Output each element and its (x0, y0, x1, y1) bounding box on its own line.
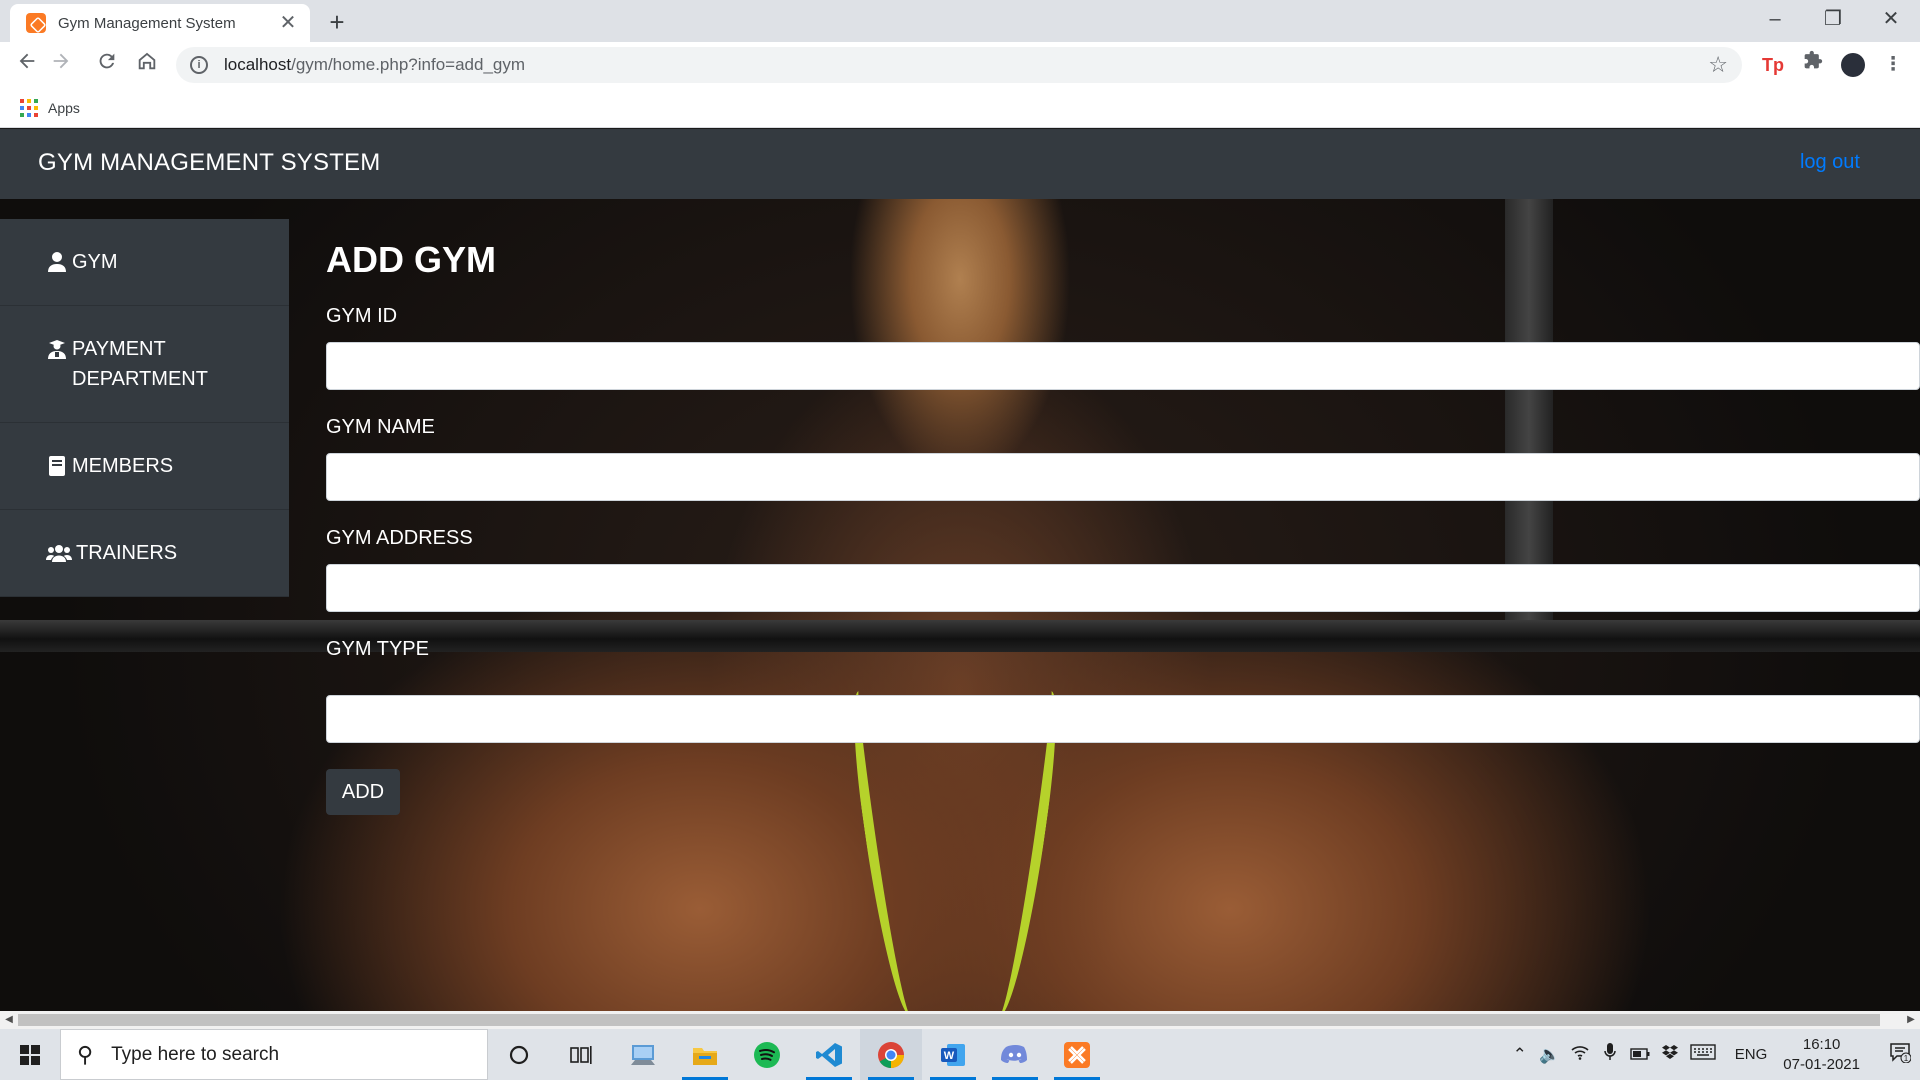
logout-link[interactable]: log out (1800, 151, 1860, 174)
page-title: ADD GYM (326, 239, 496, 280)
search-placeholder: Type here to search (111, 1043, 280, 1065)
svg-text:W: W (944, 1050, 955, 1062)
start-button[interactable] (0, 1029, 60, 1080)
add-gym-form: ADD GYM GYM ID GYM NAME GYM ADDRESS GYM … (326, 239, 1920, 815)
gym-id-input[interactable] (326, 342, 1920, 390)
notification-count: 1 (1904, 1054, 1909, 1063)
clock-date: 07-01-2021 (1783, 1055, 1860, 1073)
address-bar[interactable]: i localhost/gym/home.php?info=add_gym ☆ (176, 47, 1742, 83)
bookmark-star-icon[interactable]: ☆ (1708, 52, 1728, 78)
cortana-icon[interactable] (488, 1029, 550, 1080)
gym-type-input[interactable] (326, 695, 1920, 743)
xampp-favicon-icon (26, 13, 46, 33)
sidebar-item-label: PAYMENT DEPARTMENT (72, 338, 208, 390)
user-icon (46, 247, 68, 277)
forward-arrow-icon[interactable] (46, 50, 76, 80)
sidebar-item-payment-department[interactable]: PAYMENT DEPARTMENT (0, 306, 289, 423)
tab-close-icon[interactable]: ✕ (278, 13, 298, 33)
dropbox-icon[interactable] (1655, 1044, 1685, 1065)
file-explorer-icon[interactable] (674, 1029, 736, 1080)
clock[interactable]: 16:10 07-01-2021 (1783, 1035, 1860, 1075)
spotify-icon[interactable] (736, 1029, 798, 1080)
extensions-puzzle-icon[interactable] (1798, 50, 1828, 80)
book-icon (46, 451, 68, 481)
system-tray: ⌃ 🔈 ENG 16:10 07-01-2021 1 (1505, 1029, 1920, 1080)
page-viewport: GYM MANAGEMENT SYSTEM log out GYM PAYMEN… (0, 129, 1920, 1011)
sidebar-item-label: TRAINERS (76, 542, 178, 564)
tp-extension-icon[interactable]: Tp (1758, 50, 1788, 80)
bookmarks-bar: Apps (0, 88, 1920, 128)
scroll-left-arrow-icon[interactable]: ◀ (0, 1011, 18, 1029)
sidebar-item-label: GYM (72, 251, 118, 273)
microphone-icon[interactable] (1595, 1043, 1625, 1066)
url-text[interactable]: localhost/gym/home.php?info=add_gym (224, 55, 1708, 75)
tab-title: Gym Management System (58, 14, 236, 32)
chrome-icon[interactable] (860, 1029, 922, 1080)
home-icon[interactable] (132, 50, 162, 80)
task-view-icon[interactable] (550, 1029, 612, 1080)
add-button[interactable]: ADD (326, 769, 400, 815)
scroll-right-arrow-icon[interactable]: ▶ (1902, 1011, 1920, 1029)
maximize-button[interactable]: ❐ (1804, 0, 1862, 38)
keyboard-icon[interactable] (1685, 1044, 1721, 1065)
battery-icon[interactable] (1625, 1045, 1655, 1065)
users-icon (46, 538, 72, 568)
site-info-icon[interactable]: i (190, 56, 208, 74)
windows-taskbar: ⚲ Type here to search W ⌃ 🔈 ENG 16:10 07… (0, 1029, 1920, 1080)
browser-tab-strip: Gym Management System ✕ + – ❐ ✕ (0, 0, 1920, 42)
discord-icon[interactable] (984, 1029, 1046, 1080)
gym-name-label: GYM NAME (326, 416, 435, 438)
horizontal-scrollbar[interactable]: ◀ ▶ (0, 1011, 1920, 1029)
new-tab-button[interactable]: + (322, 8, 352, 38)
sidebar-item-trainers[interactable]: TRAINERS (0, 510, 289, 597)
sidebar-item-label: MEMBERS (72, 455, 174, 477)
gym-address-label: GYM ADDRESS (326, 527, 473, 549)
reload-icon[interactable] (92, 50, 122, 80)
gym-name-input[interactable] (326, 453, 1920, 501)
gym-id-label: GYM ID (326, 305, 398, 327)
top-navbar: GYM MANAGEMENT SYSTEM log out (0, 129, 1920, 199)
remote-desktop-icon[interactable] (612, 1029, 674, 1080)
vscode-icon[interactable] (798, 1029, 860, 1080)
notifications-icon[interactable]: 1 (1880, 1041, 1920, 1069)
apps-grid-icon[interactable] (20, 98, 38, 117)
gym-type-label: GYM TYPE (326, 638, 429, 660)
browser-tab-active[interactable]: Gym Management System ✕ (10, 4, 310, 42)
minimize-button[interactable]: – (1746, 0, 1804, 38)
search-icon: ⚲ (77, 1041, 94, 1067)
word-icon[interactable]: W (922, 1029, 984, 1080)
xampp-icon[interactable] (1046, 1029, 1108, 1080)
browser-toolbar: i localhost/gym/home.php?info=add_gym ☆ … (0, 42, 1920, 88)
user-graduate-icon (46, 334, 68, 364)
window-controls: – ❐ ✕ (1746, 0, 1920, 38)
sidebar: GYM PAYMENT DEPARTMENT MEMBERS TRAINERS (0, 219, 289, 597)
wifi-icon[interactable] (1565, 1044, 1595, 1065)
show-hidden-icons-chevron-icon[interactable]: ⌃ (1505, 1045, 1535, 1065)
sidebar-item-gym[interactable]: GYM (0, 219, 289, 306)
windows-logo-icon (20, 1044, 40, 1065)
back-arrow-icon[interactable] (12, 50, 42, 80)
browser-menu-icon[interactable]: ⋮ (1878, 50, 1908, 80)
language-indicator[interactable]: ENG (1735, 1046, 1768, 1063)
gym-address-input[interactable] (326, 564, 1920, 612)
apps-bookmark-label[interactable]: Apps (48, 100, 80, 116)
taskbar-search-box[interactable]: ⚲ Type here to search (60, 1029, 488, 1080)
scrollbar-thumb[interactable] (18, 1014, 1880, 1026)
close-window-button[interactable]: ✕ (1862, 0, 1920, 38)
volume-icon[interactable]: 🔈 (1535, 1045, 1565, 1065)
sidebar-item-members[interactable]: MEMBERS (0, 423, 289, 510)
brand-title[interactable]: GYM MANAGEMENT SYSTEM (38, 149, 380, 177)
clock-time: 16:10 (1802, 1035, 1841, 1053)
profile-avatar[interactable] (1841, 53, 1865, 77)
